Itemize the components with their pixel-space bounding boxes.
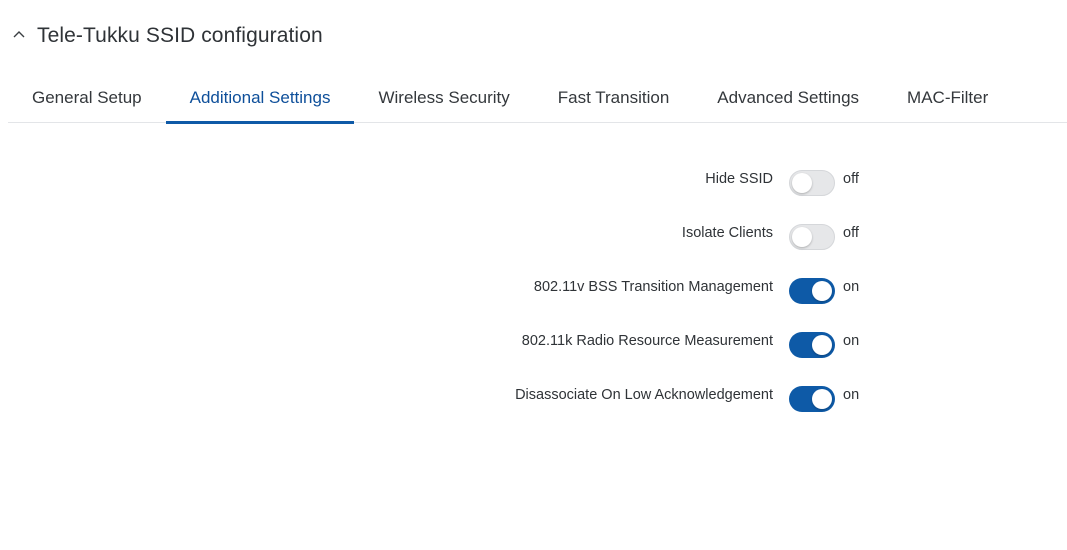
bss-transition-toggle[interactable] <box>789 278 835 304</box>
setting-row-disassociate: Disassociate On Low Acknowledgement on <box>0 373 1067 427</box>
tab-label: General Setup <box>32 88 142 107</box>
settings-form: Hide SSID off Isolate Clients off 802.11… <box>0 157 1067 427</box>
tab-label: Additional Settings <box>189 88 331 107</box>
toggle-state-text: on <box>843 387 860 403</box>
tab-label: Advanced Settings <box>717 88 860 107</box>
toggle-state-text: on <box>843 279 860 295</box>
tab-mac-filter[interactable]: MAC-Filter <box>883 76 1012 122</box>
tab-bar: General Setup Additional Settings Wirele… <box>8 76 1067 124</box>
setting-row-radio-resource: 802.11k Radio Resource Measurement on <box>0 319 1067 373</box>
tab-fast-transition[interactable]: Fast Transition <box>534 76 694 122</box>
section-header[interactable]: Tele-Tukku SSID configuration <box>12 24 323 48</box>
toggle-state-text: off <box>843 225 859 241</box>
setting-label: Disassociate On Low Acknowledgement <box>515 387 773 403</box>
tab-wireless-security[interactable]: Wireless Security <box>354 76 533 122</box>
toggle-knob <box>812 389 832 409</box>
radio-resource-measurement-toggle[interactable] <box>789 332 835 358</box>
toggle-knob <box>792 227 812 247</box>
hide-ssid-toggle[interactable] <box>789 170 835 196</box>
setting-label: Hide SSID <box>705 171 773 187</box>
disassociate-low-ack-toggle[interactable] <box>789 386 835 412</box>
toggle-state-text: on <box>843 333 860 349</box>
tab-advanced-settings[interactable]: Advanced Settings <box>693 76 883 122</box>
setting-label: Isolate Clients <box>681 225 773 241</box>
setting-label: 802.11v BSS Transition Management <box>533 279 773 295</box>
toggle-knob <box>792 173 812 193</box>
setting-row-isolate-clients: Isolate Clients off <box>0 211 1067 265</box>
setting-row-hide-ssid: Hide SSID off <box>0 157 1067 211</box>
chevron-up-icon[interactable] <box>12 27 26 41</box>
tab-label: Fast Transition <box>557 88 670 107</box>
toggle-knob <box>812 281 832 301</box>
tab-additional-settings[interactable]: Additional Settings <box>165 76 355 124</box>
tab-label: MAC-Filter <box>907 88 989 107</box>
setting-label: 802.11k Radio Resource Measurement <box>521 333 773 349</box>
isolate-clients-toggle[interactable] <box>789 224 835 250</box>
tab-label: Wireless Security <box>378 88 510 107</box>
toggle-state-text: off <box>843 171 859 187</box>
ssid-configuration-page: Tele-Tukku SSID configuration General Se… <box>0 0 1067 550</box>
setting-row-bss-transition: 802.11v BSS Transition Management on <box>0 265 1067 319</box>
section-title: Tele-Tukku SSID configuration <box>37 24 323 47</box>
toggle-knob <box>812 335 832 355</box>
tab-general-setup[interactable]: General Setup <box>8 76 166 122</box>
